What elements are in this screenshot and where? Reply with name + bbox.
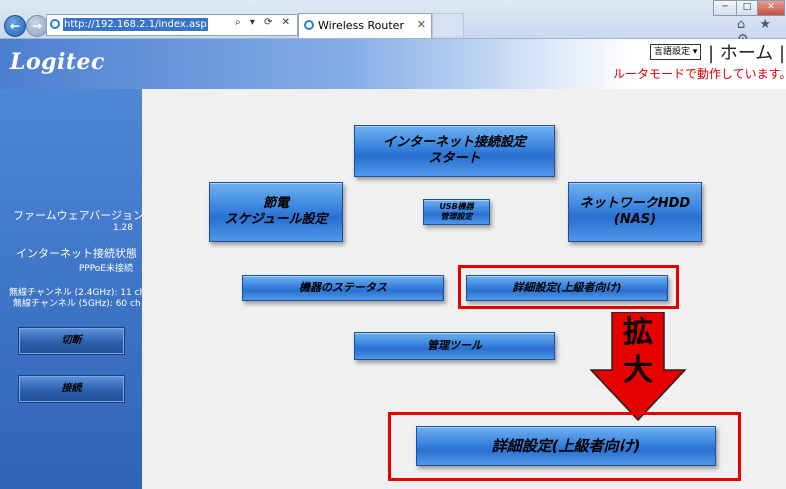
address-url[interactable]: http://192.168.2.1/index.asp <box>63 18 208 31</box>
wireless-channel-5ghz: 無線チャンネル (5GHz): 60 ch <box>13 299 141 309</box>
highlight-box-advanced <box>458 265 679 309</box>
address-bar[interactable]: http://192.168.2.1/index.asp ⌕ ▾ ⟳ ✕ <box>46 14 298 36</box>
enlarge-label-2: 大 <box>623 353 653 388</box>
address-tools-icons[interactable]: ⌕ ▾ ⟳ ✕ <box>235 17 293 28</box>
tab-title: Wireless Router <box>318 19 404 32</box>
power-schedule-button[interactable]: 節電 スケジュール設定 <box>209 182 343 242</box>
internet-status-value: PPPoE未接続 <box>78 264 133 274</box>
close-window-icon[interactable]: ✕ <box>757 0 785 16</box>
disconnect-button[interactable]: 切断 <box>18 327 125 355</box>
enlarge-label-1: 拡 <box>623 315 653 350</box>
firmware-version-value: 1.28 <box>112 223 133 233</box>
internet-status-label: インターネット接続状態 <box>16 247 137 260</box>
browser-chrome: ← → http://192.168.2.1/index.asp ⌕ ▾ ⟳ ✕… <box>0 0 786 47</box>
tab-ie-icon <box>304 20 314 30</box>
status-sidebar: ファームウェアバージョン 1.28 インターネット接続状態 PPPoE未接続 無… <box>0 89 145 489</box>
maximize-icon[interactable]: □ <box>736 0 758 16</box>
back-button[interactable]: ← <box>4 15 26 37</box>
new-tab-button[interactable] <box>432 13 464 36</box>
connect-button[interactable]: 接続 <box>18 375 125 403</box>
page-header: Logitec 言語設定 ▾ | ホーム | ルータモードで動作しています。 <box>0 39 786 89</box>
main-menu-area: インターネット接続設定 スタート 節電 スケジュール設定 USB機器 管理設定 … <box>142 89 786 489</box>
router-mode-status: ルータモードで動作しています。 <box>613 67 786 81</box>
internet-setup-start-button[interactable]: インターネット接続設定 スタート <box>354 125 555 177</box>
firmware-version-label: ファームウェアバージョン <box>13 209 145 222</box>
admin-tools-button[interactable]: 管理ツール <box>354 332 555 360</box>
device-status-button[interactable]: 機器のステータス <box>242 275 444 301</box>
tab-close-icon[interactable]: ✕ <box>417 18 426 31</box>
usb-settings-button[interactable]: USB機器 管理設定 <box>423 199 490 225</box>
network-hdd-button[interactable]: ネットワークHDD (NAS) <box>568 182 702 242</box>
tab-wireless-router[interactable]: Wireless Router ✕ <box>298 13 432 38</box>
ie-page-icon <box>50 19 60 29</box>
logitec-logo: Logitec <box>10 49 105 75</box>
minimize-icon[interactable]: ─ <box>713 0 737 16</box>
advanced-settings-zoomed-button[interactable]: 詳細設定(上級者向け) <box>416 426 716 466</box>
language-select[interactable]: 言語設定 ▾ <box>650 44 702 60</box>
home-link[interactable]: | ホーム | <box>708 39 785 65</box>
forward-button[interactable]: → <box>26 15 48 37</box>
enlarge-arrow-icon: 拡 大 <box>590 312 686 422</box>
